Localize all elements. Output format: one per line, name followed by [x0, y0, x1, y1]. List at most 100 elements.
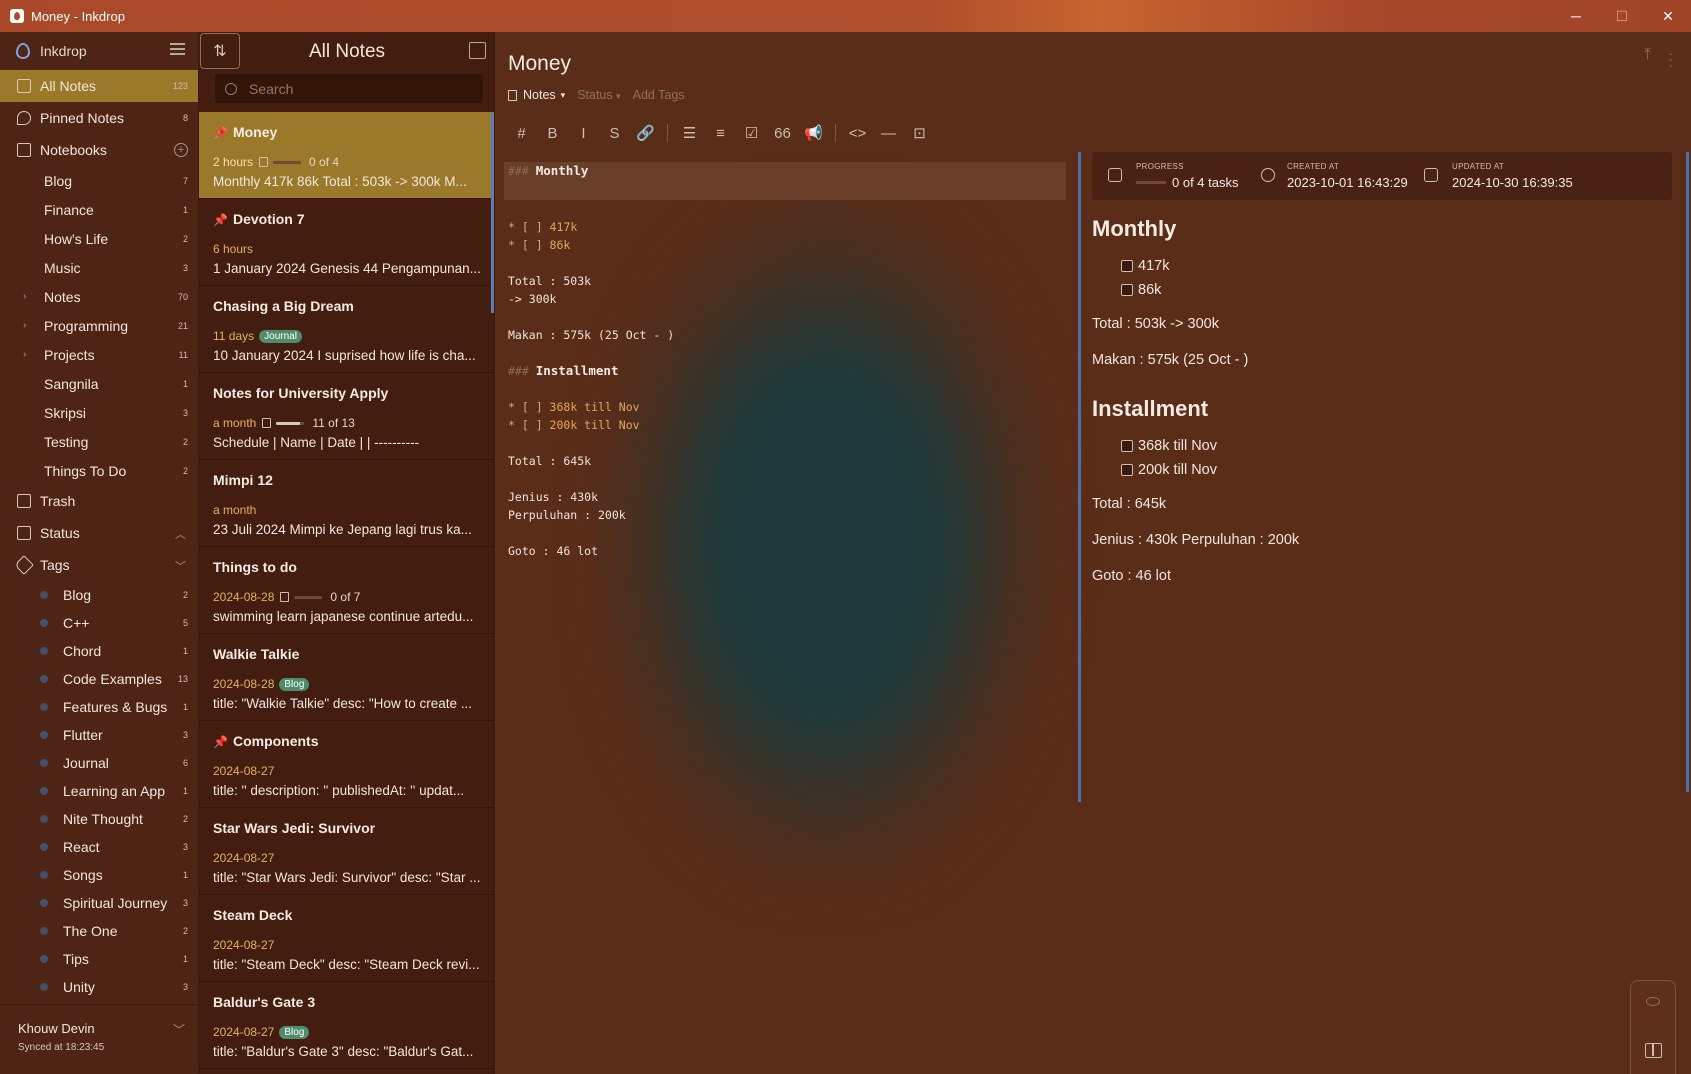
sidebar-item-notebook[interactable]: Skripsi 3	[0, 398, 198, 427]
strikethrough-icon[interactable]: S	[599, 125, 630, 142]
sidebar-item-notebook[interactable]: Testing 2	[0, 427, 198, 456]
horizontal-rule-icon[interactable]: —	[873, 125, 904, 142]
account-footer[interactable]: Khouw Devin Synced at 18:23:45 ﹀	[0, 1004, 199, 1074]
minimize-button[interactable]: ─	[1553, 0, 1599, 32]
sidebar-item-tag[interactable]: Chord 1	[0, 637, 198, 665]
sidebar-item-tag[interactable]: The One 2	[0, 917, 198, 945]
preview-scrollbar[interactable]	[1686, 152, 1689, 792]
heading-icon[interactable]: #	[506, 125, 537, 142]
tag-count: 13	[177, 674, 188, 684]
sidebar-item-notebook[interactable]: Blog 7	[0, 166, 198, 195]
more-options-icon[interactable]: · · ·	[1668, 46, 1673, 72]
sidebar-item-notebook[interactable]: › Programming 21	[0, 311, 198, 340]
sidebar-item-tag[interactable]: React 3	[0, 833, 198, 861]
tag-count: 3	[182, 982, 188, 992]
progress-text: 0 of 4	[309, 155, 340, 169]
new-note-icon[interactable]	[469, 42, 486, 59]
task-checkbox[interactable]	[1121, 284, 1133, 296]
chevron-down-icon[interactable]: ﹀	[175, 558, 186, 574]
sidebar-item-tag[interactable]: Journal 6	[0, 749, 198, 777]
notebook-selector[interactable]: Notes ▾	[508, 88, 565, 102]
sidebar-item-tag[interactable]: Songs 1	[0, 861, 198, 889]
md-text: Jenius : 430k	[508, 490, 599, 504]
note-title[interactable]: Money	[508, 52, 571, 76]
sidebar-item-tag[interactable]: Spiritual Journey 3	[0, 889, 198, 917]
note-list-item[interactable]: Things to do 2024-08-28 0 of 7 swimming lea…	[199, 547, 494, 634]
sidebar-item-tag[interactable]: Features & Bugs 1	[0, 693, 198, 721]
sidebar-item-tag[interactable]: Learning an App 1	[0, 777, 198, 805]
notebook-label: Notes	[44, 288, 81, 305]
sidebar-item-notebook[interactable]: Sangnila 1	[0, 369, 198, 398]
chevron-up-icon[interactable]: ︿	[175, 526, 186, 542]
callout-icon[interactable]: 📢	[798, 124, 829, 142]
add-notebook-icon[interactable]: +	[174, 143, 188, 157]
source-line	[508, 524, 1068, 542]
status-selector[interactable]: Status ▾	[577, 88, 620, 102]
sidebar-item-notebook[interactable]: Music 3	[0, 253, 198, 282]
sidebar-item-tag[interactable]: Unity 3	[0, 973, 198, 1001]
link-icon[interactable]: 🔗	[630, 124, 661, 142]
bullet-list-icon[interactable]: ☰	[674, 124, 705, 142]
sidebar-item-tag[interactable]: C++ 5	[0, 609, 198, 637]
bold-icon[interactable]: B	[537, 125, 568, 142]
markdown-source[interactable]: ### Monthly * [ ] 417k * [ ] 86k Total : 50…	[504, 162, 1068, 560]
scroll-to-top-icon[interactable]: ⤒	[1644, 46, 1651, 64]
sidebar-item-notebook[interactable]: Finance 1	[0, 195, 198, 224]
window-title: Money - Inkdrop	[31, 8, 125, 24]
sidebar-item-tag[interactable]: Nite Thought 2	[0, 805, 198, 833]
note-list-item[interactable]: Baldur's Gate 3 2024-08-27 Blog title: "Bal…	[199, 982, 494, 1069]
chevron-right-icon[interactable]: ›	[23, 349, 26, 360]
sidebar-item-status[interactable]: Status ︿	[0, 517, 198, 549]
insert-image-icon[interactable]: ⊡	[904, 124, 935, 142]
notes-icon	[17, 79, 31, 93]
sidebar-item-notebook[interactable]: › Projects 11	[0, 340, 198, 369]
sidebar-item-tag[interactable]: Blog 2	[0, 581, 198, 609]
note-list-item[interactable]: Chasing a Big Dream 11 days Journal 10 Janu…	[199, 286, 494, 373]
sidebar-item-notebook[interactable]: How's Life 2	[0, 224, 198, 253]
note-list-item[interactable]: Mimpi 12 a month 23 Juli 2024 Mimpi ke Jep…	[199, 460, 494, 547]
hamburger-menu-icon[interactable]	[170, 43, 185, 55]
chevron-right-icon[interactable]: ›	[23, 320, 26, 331]
note-list-item[interactable]: 📌 Money 2 hours 0 of 4 Monthly 417k 86k Tota…	[199, 112, 494, 199]
sidebar-item-tag[interactable]: Code Examples 13	[0, 665, 198, 693]
add-tags-input[interactable]: Add Tags	[633, 88, 685, 102]
task-checkbox[interactable]	[1121, 464, 1133, 476]
note-list-item[interactable]: Steam Deck 2024-08-27 title: "Steam Deck" …	[199, 895, 494, 982]
note-list-item[interactable]: Star Wars Jedi: Survivor 2024-08-27 title:…	[199, 808, 494, 895]
note-title: 📌 Devotion 7	[213, 211, 485, 233]
note-list-scrollbar[interactable]	[491, 113, 494, 313]
preview-eye-icon[interactable]	[1646, 997, 1660, 1006]
note-list-item[interactable]: Notes for University Apply a month 11 of 1…	[199, 373, 494, 460]
sidebar-item-tag[interactable]: Flutter 3	[0, 721, 198, 749]
task-checkbox[interactable]	[1121, 440, 1133, 452]
note-title: Chasing a Big Dream	[213, 298, 485, 320]
quote-icon[interactable]: 66	[767, 125, 798, 142]
note-list-item[interactable]: Walkie Talkie 2024-08-28 Blog title: "Walki…	[199, 634, 494, 721]
note-list-item[interactable]: 📌 Components 2024-08-27 title: '' descripti…	[199, 721, 494, 808]
tag-label: Chord	[63, 643, 102, 659]
italic-icon[interactable]: I	[568, 125, 599, 142]
editor-preview-divider[interactable]	[1078, 152, 1081, 802]
task-checkbox[interactable]	[1121, 260, 1133, 272]
sidebar-item-tags[interactable]: Tags ﹀	[0, 549, 198, 581]
sidebar-item-notebooks[interactable]: Notebooks +	[0, 134, 198, 166]
sidebar-item-notebook[interactable]: Things To Do 2	[0, 456, 198, 485]
close-button[interactable]: ✕	[1645, 0, 1691, 32]
chevron-right-icon[interactable]: ›	[23, 291, 26, 302]
code-icon[interactable]: <>	[842, 125, 873, 142]
chevron-down-icon[interactable]: ﹀	[173, 1021, 185, 1038]
sidebar-item-all-notes[interactable]: All Notes 123	[0, 70, 198, 102]
search-box[interactable]: Search	[215, 74, 483, 103]
tag-count: 2	[182, 926, 188, 936]
sidebar-item-trash[interactable]: Trash	[0, 485, 198, 517]
maximize-button[interactable]: ☐	[1599, 0, 1645, 32]
sidebar-item-notebook[interactable]: › Notes 70	[0, 282, 198, 311]
sidebar-item-pinned-notes[interactable]: Pinned Notes 8	[0, 102, 198, 134]
split-view-icon[interactable]	[1645, 1043, 1662, 1058]
task-list-icon[interactable]: ☑	[736, 124, 767, 142]
numbered-list-icon[interactable]: ≡	[705, 125, 736, 142]
notebook-list: Blog 7 Finance 1 How's Life 2 Music 3 › Notes 70 › P…	[0, 166, 198, 485]
search-input[interactable]: Search	[249, 81, 293, 97]
sidebar-item-tag[interactable]: Tips 1	[0, 945, 198, 973]
note-list-item[interactable]: 📌 Devotion 7 6 hours 1 January 2024 Genesis…	[199, 199, 494, 286]
